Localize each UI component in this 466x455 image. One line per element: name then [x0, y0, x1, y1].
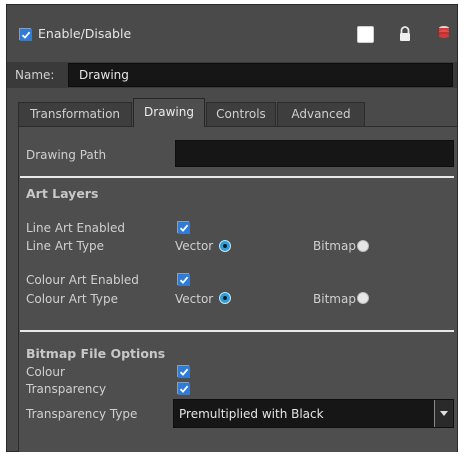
transparency-type-select[interactable]: Premultiplied with Black: [173, 399, 454, 428]
layer-stack-icon[interactable]: [437, 24, 451, 42]
name-value: Drawing: [79, 68, 129, 82]
name-field[interactable]: Drawing: [68, 63, 453, 87]
tab-transformation[interactable]: Transformation: [18, 102, 132, 126]
enable-disable-label: Enable/Disable: [38, 26, 132, 41]
tab-controls[interactable]: Controls: [206, 102, 276, 126]
chevron-down-icon: [440, 411, 448, 416]
tab-drawing[interactable]: Drawing: [133, 98, 205, 127]
tab-drawing-label: Drawing: [144, 105, 194, 119]
tab-controls-label: Controls: [216, 107, 266, 121]
check-icon: [20, 29, 32, 41]
color-swatch-icon[interactable]: [357, 26, 374, 43]
lock-icon[interactable]: [398, 25, 412, 43]
drawing-path-field[interactable]: [175, 140, 454, 167]
enable-disable-checkbox[interactable]: [19, 28, 32, 41]
transparency-type-value: Premultiplied with Black: [179, 407, 324, 421]
name-label: Name:: [15, 68, 55, 82]
tab-advanced-label: Advanced: [291, 107, 351, 121]
tab-advanced[interactable]: Advanced: [277, 102, 365, 126]
tab-transformation-label: Transformation: [29, 107, 121, 121]
dropdown-button[interactable]: [434, 400, 453, 427]
